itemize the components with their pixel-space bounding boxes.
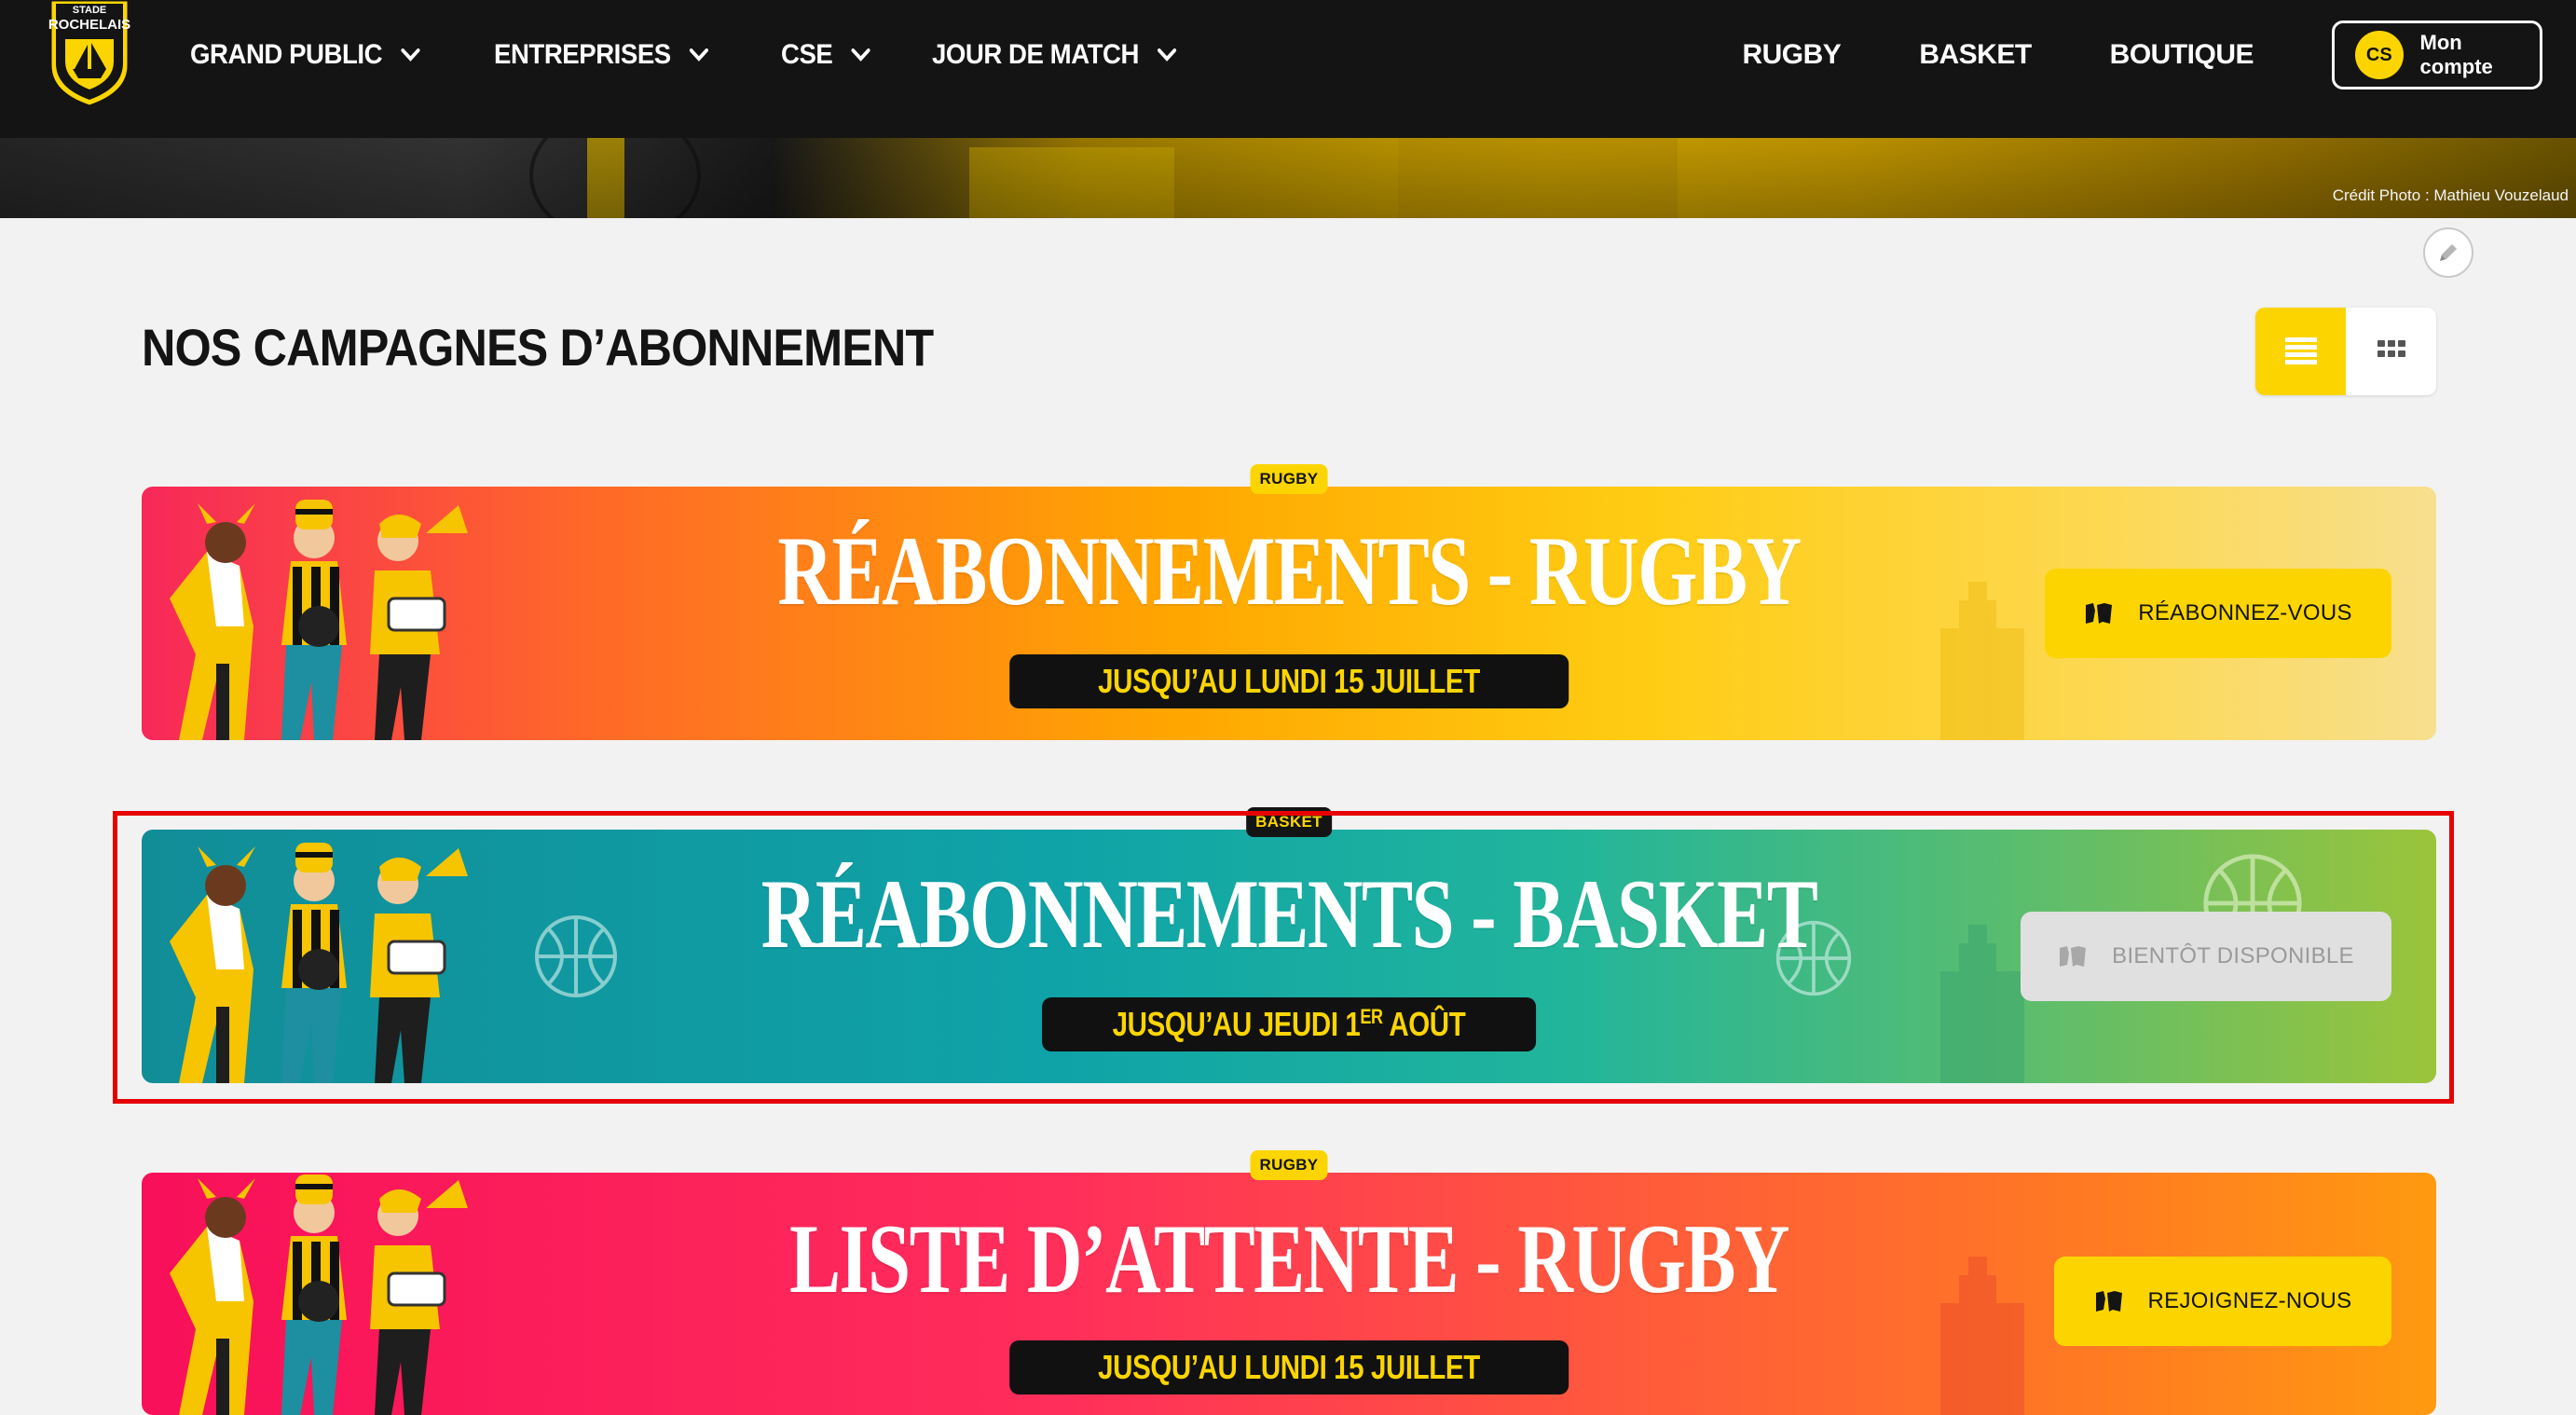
campaign-title: LISTE D’ATTENTE - RUGBY [788,1204,1790,1313]
list-view-button[interactable] [2255,308,2346,395]
campaign-deadline: JUSQU’AU LUNDI 15 JUILLET [1009,1340,1569,1394]
cta-label: BIENTÔT DISPONIBLE [2112,943,2354,969]
view-toggle [2255,308,2436,395]
menu-label: ENTREPRISES [494,39,671,70]
pencil-icon [2440,244,2457,261]
menu-entreprises[interactable]: ENTREPRISES [494,39,709,71]
chevron-down-icon [1158,48,1177,62]
grid-view-icon [2377,340,2405,357]
nav-link-boutique[interactable]: BOUTIQUE [2110,39,2254,71]
nav-link-basket[interactable]: BASKET [1919,39,2032,71]
ticket-icon [2060,946,2087,967]
sport-tag: RUGBY [1250,464,1328,494]
chevron-down-icon [689,48,709,62]
top-navigation-bar: STADE ROCHELAIS GRAND PUBLIC ENTREPRISES… [0,0,2576,138]
coming-soon-button[interactable]: BIENTÔT DISPONIBLE [2021,912,2391,1001]
campaign-deadline-text: JUSQU’AU LUNDI 15 JUILLET [1098,662,1480,700]
account-button[interactable]: CS Mon compte [2332,21,2542,89]
campaign-card-basket-reabonnement[interactable]: BASKET RÉABONNEMENTS - BASKET JUSQU’AU J… [142,807,2436,1083]
page-title: NOS CAMPAGNES D’ABONNEMENT [142,318,934,377]
campaign-deadline-text: JUSQU’AU JEUDI 1ER AOÛT [1112,1005,1466,1043]
menu-cse[interactable]: CSE [781,39,871,71]
campaign-card-rugby-reabonnement[interactable]: RUGBY RÉABONNEMENTS - RUGBY JUSQU’AU LUN… [142,464,2436,740]
account-label: Mon compte [2419,31,2493,78]
cta-label: REJOIGNEZ-NOUS [2147,1288,2352,1313]
chevron-down-icon [851,48,871,62]
menu-grand-public[interactable]: GRAND PUBLIC [190,39,420,71]
chevron-down-icon [401,48,420,62]
stade-rochelais-logo[interactable]: STADE ROCHELAIS [45,0,134,108]
sport-tag: BASKET [1246,807,1332,837]
menu-label: CSE [781,39,833,70]
sport-tag: RUGBY [1250,1150,1328,1180]
main-menu: GRAND PUBLIC ENTREPRISES CSE JOUR DE MAT… [190,0,1253,110]
campaign-deadline-text: JUSQU’AU LUNDI 15 JUILLET [1098,1348,1480,1386]
join-waitlist-button[interactable]: REJOIGNEZ-NOUS [2054,1257,2391,1346]
ticket-icon [2095,1291,2122,1312]
menu-label: JOUR DE MATCH [932,39,1140,70]
campaign-deadline: JUSQU’AU JEUDI 1ER AOÛT [1042,997,1536,1051]
hero-banner-image: Crédit Photo : Mathieu Vouzelaud [0,138,2576,218]
edit-page-button[interactable] [2423,227,2473,278]
ticket-icon [2086,603,2113,624]
campaign-card-rugby-waitlist[interactable]: RUGBY LISTE D’ATTENTE - RUGBY JUSQU’AU L… [142,1150,2436,1415]
photo-credit: Crédit Photo : Mathieu Vouzelaud [2332,186,2569,204]
resubscribe-button[interactable]: RÉABONNEZ-VOUS [2045,569,2391,658]
list-view-icon [2284,337,2317,364]
campaign-title: RÉABONNEMENTS - RUGBY [777,516,1802,625]
menu-jour-de-match[interactable]: JOUR DE MATCH [932,39,1177,71]
grid-view-button[interactable] [2346,308,2436,395]
avatar: CS [2355,31,2404,79]
nav-link-rugby[interactable]: RUGBY [1742,39,1841,71]
cta-label: RÉABONNEZ-VOUS [2138,600,2352,625]
menu-label: GRAND PUBLIC [190,39,383,70]
logo-text: STADE ROCHELAIS [48,5,131,33]
campaign-title: RÉABONNEMENTS - BASKET [760,859,1818,969]
hero-shade [0,138,2576,218]
secondary-nav: RUGBY BASKET BOUTIQUE CS Mon compte [1742,0,2576,110]
campaign-deadline: JUSQU’AU LUNDI 15 JUILLET [1009,654,1569,708]
